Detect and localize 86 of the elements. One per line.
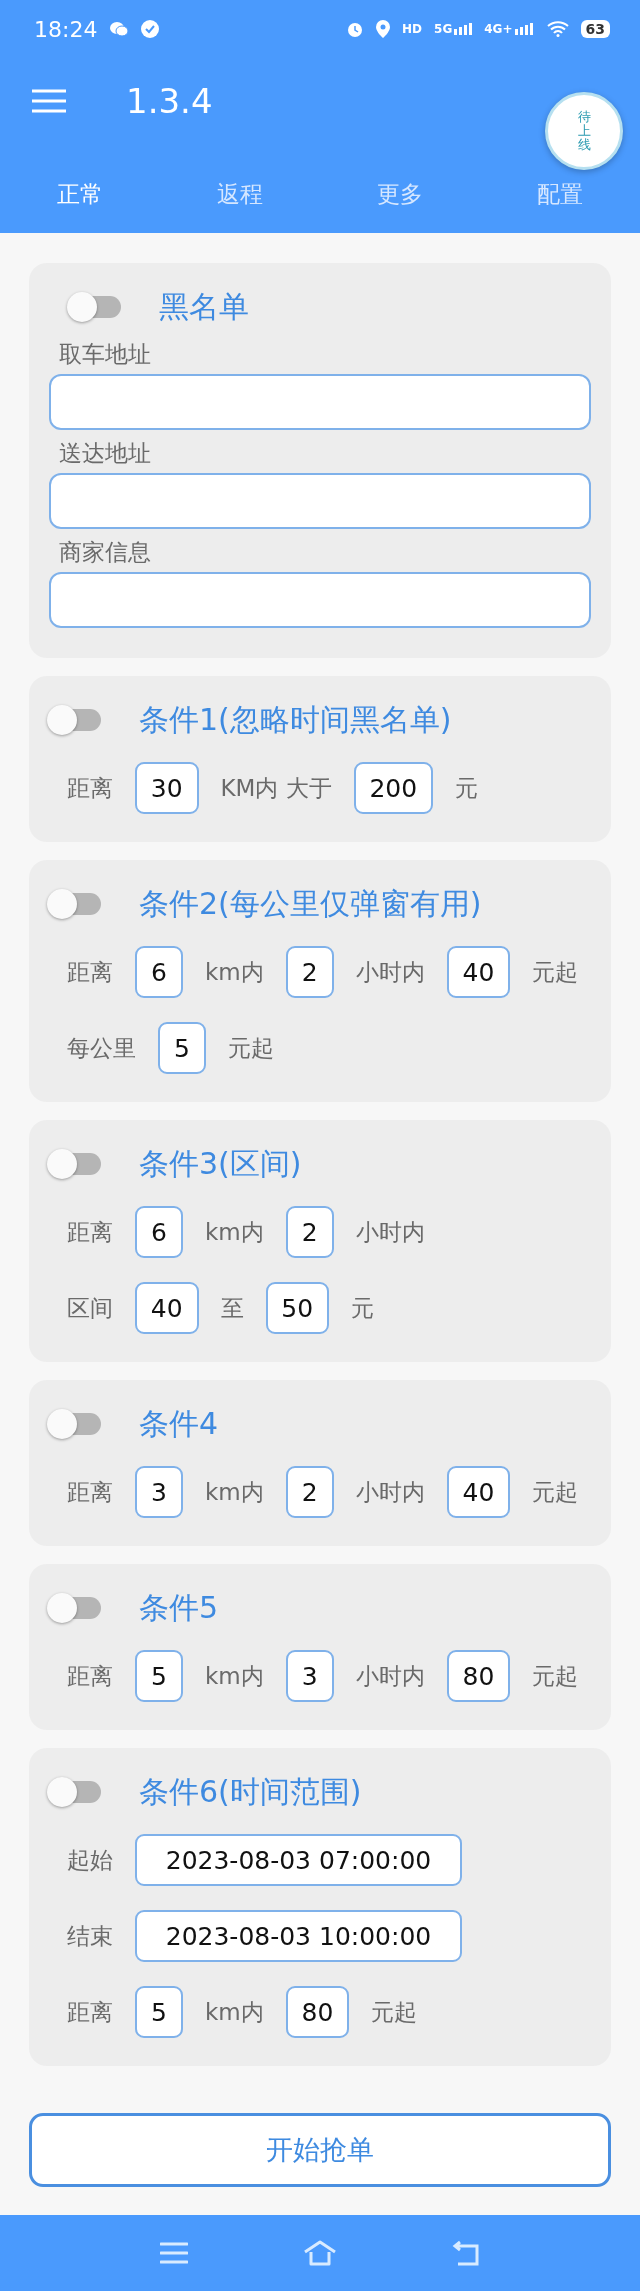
field-label: 距离	[67, 773, 113, 803]
field-label: 距离	[67, 1997, 113, 2027]
hd-indicator: HD	[402, 23, 423, 35]
network-label: 5G	[434, 23, 453, 35]
input-field[interactable]: 3	[135, 1466, 183, 1518]
field-label: 元起	[371, 1997, 418, 2027]
input-field[interactable]: 5	[158, 1022, 206, 1074]
field-label: 小时内	[355, 1217, 425, 1247]
alarm-icon	[346, 20, 365, 38]
card-title: 条件1(忽略时间黑名单)	[139, 700, 452, 739]
field-label: 结束	[67, 1921, 113, 1951]
input-field[interactable]: 40	[446, 946, 511, 998]
back-icon[interactable]	[452, 2240, 480, 2266]
input-field[interactable]: 40	[446, 1466, 511, 1518]
signal-icon	[454, 23, 475, 35]
input-field[interactable]	[49, 572, 591, 628]
field-label: km内	[205, 1661, 264, 1691]
card-title: 条件6(时间范围)	[139, 1772, 362, 1811]
input-field[interactable]: 30	[135, 762, 199, 814]
field-label: 取车地址	[59, 340, 152, 369]
card-title: 条件2(每公里仅弹窗有用)	[139, 884, 482, 923]
toggle-switch[interactable]	[47, 1777, 103, 1807]
online-status-button[interactable]: 待上线	[545, 92, 623, 170]
field-label: km内	[205, 957, 264, 987]
input-field[interactable]	[49, 473, 591, 529]
field-label: 距离	[67, 1217, 113, 1247]
input-field[interactable]: 6	[135, 1206, 183, 1258]
input-field[interactable]: 40	[135, 1282, 199, 1334]
input-field[interactable]: 6	[135, 946, 183, 998]
input-field[interactable]: 2	[285, 1466, 334, 1518]
input-field[interactable]: 5	[135, 1986, 183, 2038]
input-field[interactable]: 5	[135, 1650, 183, 1702]
card-title: 条件5	[139, 1588, 219, 1627]
field-label: 元起	[228, 1033, 274, 1063]
toggle-switch[interactable]	[47, 1409, 103, 1439]
check-icon	[141, 20, 160, 38]
toggle-switch[interactable]	[47, 889, 103, 919]
field-label: 至	[220, 1293, 244, 1323]
location-icon	[376, 20, 391, 38]
field-label: 元起	[532, 1661, 579, 1691]
field-label: 小时内	[355, 1477, 425, 1507]
input-field[interactable]: 2023-08-03 10:00:00	[135, 1910, 462, 1962]
input-field[interactable]: 2023-08-03 07:00:00	[135, 1834, 462, 1886]
menu-icon[interactable]	[160, 2242, 188, 2264]
chat-icon	[109, 21, 130, 37]
card-title: 黑名单	[159, 287, 249, 326]
field-label: 小时内	[355, 1661, 425, 1691]
toggle-switch[interactable]	[47, 705, 103, 735]
field-label: km内	[205, 1477, 264, 1507]
input-field[interactable]: 50	[265, 1282, 329, 1334]
input-field[interactable]: 80	[446, 1650, 511, 1702]
field-label: 送达地址	[59, 439, 152, 468]
toggle-switch[interactable]	[47, 1593, 103, 1623]
battery-icon: 63	[580, 20, 610, 38]
field-label: km内	[205, 1217, 264, 1247]
card-title: 条件3(区间)	[139, 1144, 302, 1183]
start-button[interactable]: 开始抢单	[29, 2113, 611, 2187]
home-icon[interactable]	[303, 2240, 337, 2266]
field-label: 元起	[532, 957, 579, 987]
field-label: 起始	[67, 1845, 113, 1875]
input-field[interactable]: 80	[285, 1986, 350, 2038]
field-label: 距离	[67, 957, 113, 987]
toggle-switch[interactable]	[67, 292, 123, 322]
field-label: 距离	[67, 1477, 113, 1507]
status-time: 18:24	[34, 16, 98, 42]
input-field[interactable]: 2	[285, 946, 334, 998]
field-label: 距离	[67, 1661, 113, 1691]
network-label: 4G+	[484, 23, 513, 35]
field-label: 元	[454, 773, 478, 803]
field-label: 小时内	[355, 957, 425, 987]
field-label: 区间	[67, 1293, 113, 1323]
app-title: 1.3.4	[126, 80, 213, 121]
wifi-icon	[546, 21, 569, 37]
field-label: km内	[205, 1997, 264, 2027]
field-label: 元	[351, 1293, 374, 1323]
input-field[interactable]: 3	[285, 1650, 334, 1702]
toggle-switch[interactable]	[47, 1149, 103, 1179]
field-label: KM内 大于	[220, 773, 332, 803]
field-label: 每公里	[67, 1033, 136, 1063]
input-field[interactable]: 200	[353, 762, 433, 814]
card-title: 条件4	[139, 1404, 219, 1443]
field-label: 元起	[532, 1477, 579, 1507]
signal-icon	[514, 23, 535, 35]
input-field[interactable]: 2	[285, 1206, 334, 1258]
field-label: 商家信息	[59, 538, 152, 567]
input-field[interactable]	[49, 374, 591, 430]
